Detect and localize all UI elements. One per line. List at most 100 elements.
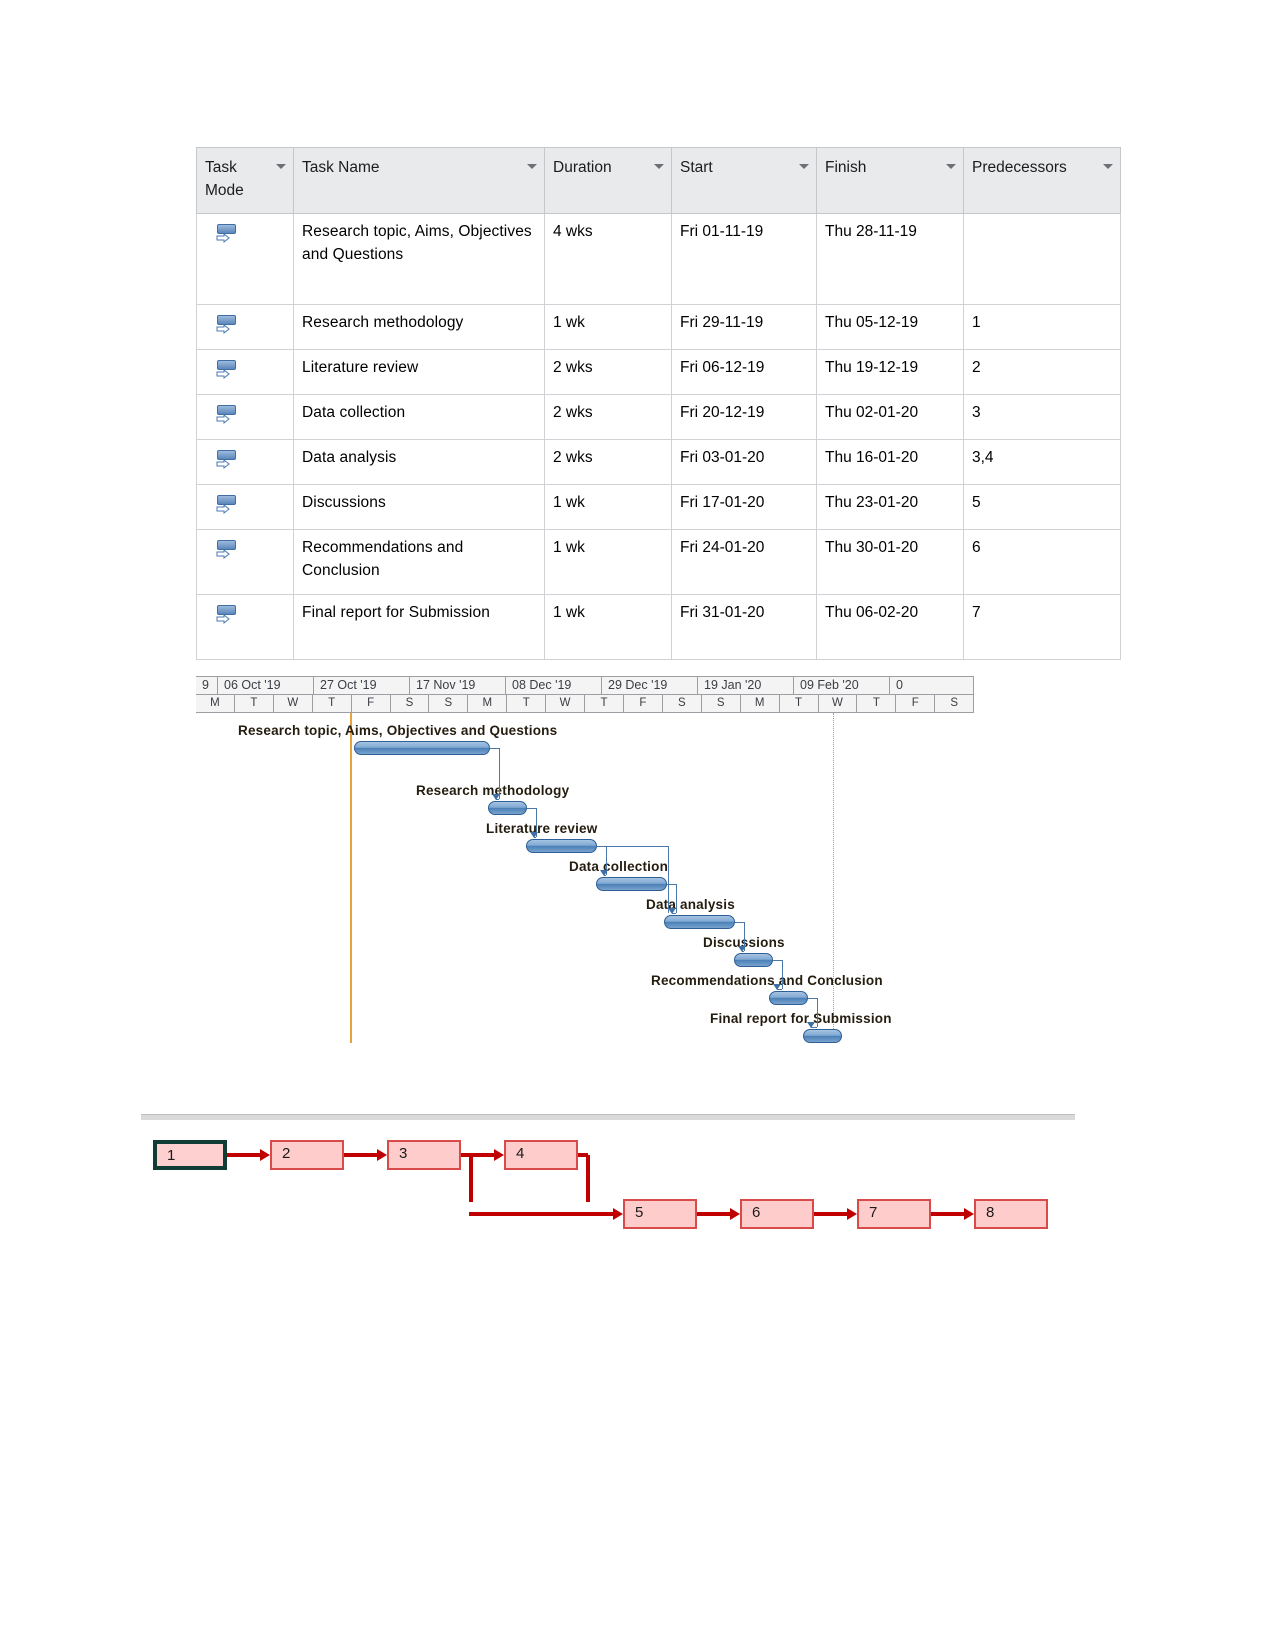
cell-predecessors[interactable]: 5 xyxy=(963,483,1121,530)
auto-schedule-icon[interactable] xyxy=(215,539,241,565)
auto-schedule-icon[interactable] xyxy=(215,404,241,430)
network-node[interactable]: 8 xyxy=(974,1199,1048,1229)
cell-duration[interactable]: 1 wk xyxy=(544,593,672,660)
gantt-bar[interactable] xyxy=(354,741,490,755)
cell-predecessors[interactable]: 3 xyxy=(963,393,1121,440)
filter-dropdown-icon[interactable] xyxy=(654,164,664,169)
gantt-bar-label: Data collection xyxy=(569,859,669,874)
cell-duration[interactable]: 2 wks xyxy=(544,393,672,440)
network-node[interactable]: 2 xyxy=(270,1140,344,1170)
cell-task-name[interactable]: Discussions xyxy=(293,483,545,530)
cell-duration[interactable]: 1 wk xyxy=(544,528,672,595)
cell-finish[interactable]: Thu 28-11-19 xyxy=(816,212,964,305)
cell-predecessors[interactable]: 2 xyxy=(963,348,1121,395)
auto-schedule-icon[interactable] xyxy=(215,604,241,630)
gantt-bar[interactable] xyxy=(734,953,773,967)
filter-dropdown-icon[interactable] xyxy=(1103,164,1113,169)
network-node[interactable]: 4 xyxy=(504,1140,578,1170)
column-header-predecessors[interactable]: Predecessors xyxy=(963,147,1121,214)
cell-start[interactable]: Fri 03-01-20 xyxy=(671,438,817,485)
network-edge xyxy=(814,1212,848,1216)
table-row[interactable]: Data collection 2 wks Fri 20-12-19 Thu 02-0… xyxy=(196,393,1121,440)
network-edge-arrow xyxy=(613,1208,623,1220)
cell-predecessors[interactable]: 6 xyxy=(963,528,1121,595)
cell-start[interactable]: Fri 01-11-19 xyxy=(671,212,817,305)
network-node[interactable]: 1 xyxy=(153,1140,227,1170)
gantt-link xyxy=(668,846,669,913)
cell-finish[interactable]: Thu 23-01-20 xyxy=(816,483,964,530)
cell-start[interactable]: Fri 31-01-20 xyxy=(671,593,817,660)
cell-task-mode[interactable] xyxy=(196,393,294,440)
cell-duration[interactable]: 2 wks xyxy=(544,348,672,395)
cell-start[interactable]: Fri 06-12-19 xyxy=(671,348,817,395)
auto-schedule-icon[interactable] xyxy=(215,223,241,249)
cell-task-mode[interactable] xyxy=(196,483,294,530)
cell-task-mode[interactable] xyxy=(196,438,294,485)
cell-predecessors[interactable]: 3,4 xyxy=(963,438,1121,485)
cell-task-name[interactable]: Literature review xyxy=(293,348,545,395)
network-node[interactable]: 6 xyxy=(740,1199,814,1229)
cell-task-name[interactable]: Data collection xyxy=(293,393,545,440)
column-header-duration[interactable]: Duration xyxy=(544,147,672,214)
cell-finish[interactable]: Thu 02-01-20 xyxy=(816,393,964,440)
gantt-bar[interactable] xyxy=(803,1029,842,1043)
cell-finish[interactable]: Thu 30-01-20 xyxy=(816,528,964,595)
network-node[interactable]: 7 xyxy=(857,1199,931,1229)
auto-schedule-icon[interactable] xyxy=(215,359,241,385)
table-row[interactable]: Discussions 1 wk Fri 17-01-20 Thu 23-01-20 5 xyxy=(196,483,1121,530)
cell-task-mode[interactable] xyxy=(196,348,294,395)
timeline-day-label: T xyxy=(507,695,547,712)
cell-task-name[interactable]: Research topic, Aims, Objectives and Que… xyxy=(293,212,545,305)
cell-task-name[interactable]: Final report for Submission xyxy=(293,593,545,660)
cell-finish[interactable]: Thu 06-02-20 xyxy=(816,593,964,660)
gantt-bar[interactable] xyxy=(769,991,808,1005)
cell-start[interactable]: Fri 24-01-20 xyxy=(671,528,817,595)
cell-start[interactable]: Fri 17-01-20 xyxy=(671,483,817,530)
gantt-bar[interactable] xyxy=(488,801,527,815)
auto-schedule-icon[interactable] xyxy=(215,494,241,520)
table-row[interactable]: Literature review 2 wks Fri 06-12-19 Thu 19… xyxy=(196,348,1121,395)
cell-task-name[interactable]: Data analysis xyxy=(293,438,545,485)
gantt-bar[interactable] xyxy=(664,915,735,929)
cell-task-mode[interactable] xyxy=(196,303,294,350)
table-row[interactable]: Recommendations and Conclusion 1 wk Fri 24… xyxy=(196,528,1121,595)
cell-task-name[interactable]: Recommendations and Conclusion xyxy=(293,528,545,595)
column-header-task-name[interactable]: Task Name xyxy=(293,147,545,214)
column-header-start[interactable]: Start xyxy=(671,147,817,214)
filter-dropdown-icon[interactable] xyxy=(527,164,537,169)
timeline-day-label: S xyxy=(702,695,741,712)
column-header-finish[interactable]: Finish xyxy=(816,147,964,214)
cell-task-mode[interactable] xyxy=(196,212,294,305)
table-row[interactable]: Research topic, Aims, Objectives and Que… xyxy=(196,212,1121,305)
timeline-week-label: 06 Oct '19 xyxy=(218,677,314,694)
filter-dropdown-icon[interactable] xyxy=(799,164,809,169)
gantt-bar[interactable] xyxy=(596,877,667,891)
timeline-day-label: W xyxy=(819,695,858,712)
cell-finish[interactable]: Thu 16-01-20 xyxy=(816,438,964,485)
cell-duration[interactable]: 1 wk xyxy=(544,303,672,350)
cell-finish[interactable]: Thu 05-12-19 xyxy=(816,303,964,350)
cell-predecessors[interactable] xyxy=(963,212,1121,305)
table-row[interactable]: Final report for Submission 1 wk Fri 31-01… xyxy=(196,593,1121,660)
auto-schedule-icon[interactable] xyxy=(215,449,241,475)
cell-duration[interactable]: 2 wks xyxy=(544,438,672,485)
cell-start[interactable]: Fri 20-12-19 xyxy=(671,393,817,440)
cell-task-mode[interactable] xyxy=(196,593,294,660)
filter-dropdown-icon[interactable] xyxy=(276,164,286,169)
cell-predecessors[interactable]: 1 xyxy=(963,303,1121,350)
table-row[interactable]: Data analysis 2 wks Fri 03-01-20 Thu 16-01-… xyxy=(196,438,1121,485)
cell-duration[interactable]: 1 wk xyxy=(544,483,672,530)
cell-finish[interactable]: Thu 19-12-19 xyxy=(816,348,964,395)
column-header-task-mode[interactable]: Task Mode xyxy=(196,147,294,214)
cell-task-name[interactable]: Research methodology xyxy=(293,303,545,350)
cell-predecessors[interactable]: 7 xyxy=(963,593,1121,660)
auto-schedule-icon[interactable] xyxy=(215,314,241,340)
cell-duration[interactable]: 4 wks xyxy=(544,212,672,305)
filter-dropdown-icon[interactable] xyxy=(946,164,956,169)
cell-task-mode[interactable] xyxy=(196,528,294,595)
gantt-bar[interactable] xyxy=(526,839,597,853)
network-node[interactable]: 5 xyxy=(623,1199,697,1229)
table-row[interactable]: Research methodology 1 wk Fri 29-11-19 Thu … xyxy=(196,303,1121,350)
network-node[interactable]: 3 xyxy=(387,1140,461,1170)
cell-start[interactable]: Fri 29-11-19 xyxy=(671,303,817,350)
